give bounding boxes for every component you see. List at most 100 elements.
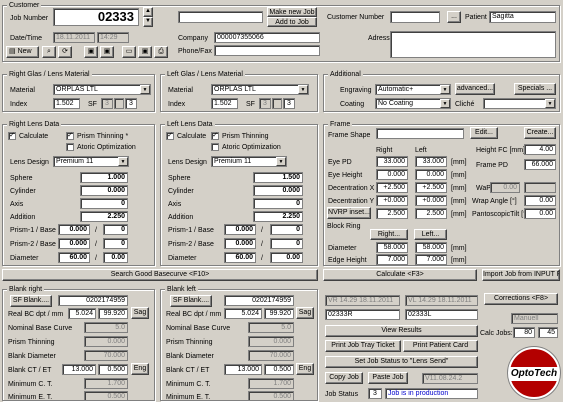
frame-edit-button[interactable]: Edit... xyxy=(470,127,498,139)
save-as-button[interactable]: ▣ xyxy=(100,46,114,58)
nvrp-inset-button[interactable]: NVRP inset... xyxy=(327,207,371,219)
pantoscopic-tilt-field[interactable]: 0.00 xyxy=(524,208,556,219)
disk-button[interactable]: ▣ xyxy=(138,46,152,58)
left-material-select[interactable]: ORPLAS LTL ▼ xyxy=(211,84,309,95)
height-fc-field[interactable]: 4.00 xyxy=(524,144,556,155)
left-atoric-checkbox[interactable] xyxy=(211,143,219,151)
left-base1-field[interactable]: 0 xyxy=(270,224,303,235)
corrections-button[interactable]: Corrections <F8> xyxy=(484,293,558,305)
right-prism2-field[interactable]: 0.000 xyxy=(58,238,90,249)
import-job-button[interactable]: Import Job from INPUT File xyxy=(482,269,560,281)
right-diameter2-field[interactable]: 0.00 xyxy=(103,252,128,263)
right-design-select[interactable]: Premium 11 ▼ xyxy=(53,156,129,167)
left-prism2-field[interactable]: 0.000 xyxy=(224,238,256,249)
paste-job-button[interactable]: Paste Job xyxy=(368,372,408,384)
right-prism1-field[interactable]: 0.000 xyxy=(58,224,90,235)
left-design-select[interactable]: Premium 11 ▼ xyxy=(211,156,287,167)
right-index-field[interactable]: 1.502 xyxy=(53,98,80,109)
edge-height-right-field[interactable]: 7.000 xyxy=(376,254,408,265)
left-prism-thinning-checkbox[interactable]: ✓ xyxy=(211,132,219,140)
block-diameter-right-field[interactable]: 58.000 xyxy=(376,242,408,253)
right-addition-field[interactable]: 2.250 xyxy=(80,211,128,222)
left-cylinder-field[interactable]: 0.000 xyxy=(253,185,303,196)
specials-button[interactable]: Specials ... xyxy=(514,83,556,95)
make-new-job-button[interactable]: Make new Job xyxy=(267,7,317,17)
add-to-job-button[interactable]: Add to Job xyxy=(267,17,317,27)
save-button[interactable]: ▣ xyxy=(84,46,98,58)
address-field[interactable] xyxy=(390,31,556,58)
left-eng-button[interactable]: Eng xyxy=(296,363,314,375)
print-button[interactable]: ⎙ xyxy=(154,46,168,58)
block-ring-right-button[interactable]: Right... xyxy=(370,229,408,240)
job-number-field[interactable]: 02333 xyxy=(53,8,139,26)
right-sf2-field[interactable]: 3 xyxy=(125,98,137,109)
right-calculate-checkbox[interactable]: ✓ xyxy=(8,132,16,140)
right-blank-number-field[interactable]: 0202174959 xyxy=(58,295,128,306)
right-real-bc-mm-field[interactable]: 99.920 xyxy=(98,308,128,319)
open-folder-button[interactable]: ▭ xyxy=(122,46,136,58)
calculate-button[interactable]: Calculate <F3> xyxy=(323,269,477,281)
left-diameter2-field[interactable]: 0.00 xyxy=(270,252,303,263)
left-real-bc-dpt-field[interactable]: 5.024 xyxy=(224,308,262,319)
right-base1-field[interactable]: 0 xyxy=(103,224,128,235)
coating-select[interactable]: No Coating ▼ xyxy=(375,98,451,109)
phone-fax-field[interactable] xyxy=(214,45,320,56)
patient-field[interactable]: Sagitta xyxy=(489,11,556,23)
advanced-button[interactable]: advanced... xyxy=(455,83,495,95)
job-down-button[interactable]: ▼ xyxy=(143,17,153,27)
job-up-button[interactable]: ▲ xyxy=(143,7,153,17)
print-patient-card-button[interactable]: Print Patient Card xyxy=(403,340,478,352)
block-ring-left-button[interactable]: Left... xyxy=(414,229,447,240)
right-prism-thinning-checkbox[interactable]: ✓ xyxy=(66,132,74,140)
nvrp-left-field[interactable]: 2.500 xyxy=(415,208,447,219)
right-axis-field[interactable]: 0 xyxy=(80,198,128,209)
search-button[interactable]: ⌕ xyxy=(42,46,56,58)
left-blank-ct-field[interactable]: 13.000 xyxy=(224,364,262,375)
customer-browse-button[interactable]: ... xyxy=(447,11,461,23)
right-blank-ct-field[interactable]: 13.000 xyxy=(62,364,96,375)
right-sag-button[interactable]: Sag xyxy=(131,307,149,319)
right-eng-button[interactable]: Eng xyxy=(131,363,149,375)
search-basecurve-button[interactable]: Search Good Basecurve <F10> xyxy=(2,269,318,281)
engraving-select[interactable]: Automatic+ ▼ xyxy=(375,84,451,95)
left-diameter-field[interactable]: 60.00 xyxy=(224,252,256,263)
left-sf2-field[interactable]: 3 xyxy=(283,98,295,109)
left-axis-field[interactable]: 0 xyxy=(253,198,303,209)
right-base2-field[interactable]: 0 xyxy=(103,238,128,249)
left-prism1-field[interactable]: 0.000 xyxy=(224,224,256,235)
new-button[interactable]: ▤ New xyxy=(6,46,39,58)
left-real-bc-mm-field[interactable]: 99.920 xyxy=(264,308,294,319)
left-addition-field[interactable]: 2.250 xyxy=(253,211,303,222)
decentration-y-right-field[interactable]: +0.000 xyxy=(376,195,408,206)
right-cylinder-field[interactable]: 0.000 xyxy=(80,185,128,196)
refresh-button[interactable]: ⟳ xyxy=(58,46,72,58)
job-search-field[interactable] xyxy=(178,11,263,23)
right-material-select[interactable]: ORPLAS LTL ▼ xyxy=(53,84,151,95)
right-real-bc-dpt-field[interactable]: 5.024 xyxy=(68,308,96,319)
left-blank-number-field[interactable]: 0202174959 xyxy=(224,295,294,306)
block-diameter-left-field[interactable]: 58.000 xyxy=(415,242,447,253)
decentration-y-left-field[interactable]: +0.000 xyxy=(415,195,447,206)
left-sag-button[interactable]: Sag xyxy=(296,307,314,319)
right-sf-blank-button[interactable]: SF Blank.... xyxy=(10,295,52,307)
left-sphere-field[interactable]: 1.500 xyxy=(253,172,303,183)
wrap-angle-field[interactable]: 0.00 xyxy=(524,195,556,206)
eye-pd-left-field[interactable]: 33.000 xyxy=(415,156,447,167)
frame-create-button[interactable]: Create... xyxy=(524,127,556,139)
calc-jobs-a-field[interactable]: 80 xyxy=(513,327,535,338)
eye-pd-right-field[interactable]: 33.000 xyxy=(376,156,408,167)
company-field[interactable]: 000007355066 xyxy=(214,32,320,43)
view-results-button[interactable]: View Results xyxy=(325,325,478,337)
print-tray-ticket-button[interactable]: Print Job Tray Ticket xyxy=(325,340,401,352)
cliche-select[interactable]: ▼ xyxy=(483,98,556,109)
decentration-x-right-field[interactable]: +2.500 xyxy=(376,182,408,193)
left-blank-et-field[interactable]: 0.500 xyxy=(264,364,294,375)
left-base2-field[interactable]: 0 xyxy=(270,238,303,249)
right-atoric-checkbox[interactable] xyxy=(66,143,74,151)
customer-number-field[interactable] xyxy=(390,11,440,23)
frame-shape-field[interactable] xyxy=(376,128,464,139)
right-diameter-field[interactable]: 60.00 xyxy=(58,252,90,263)
left-calculate-checkbox[interactable]: ✓ xyxy=(166,132,174,140)
job-right-field[interactable]: 02333R xyxy=(325,309,400,320)
left-sf-blank-button[interactable]: SF Blank.... xyxy=(170,295,212,307)
